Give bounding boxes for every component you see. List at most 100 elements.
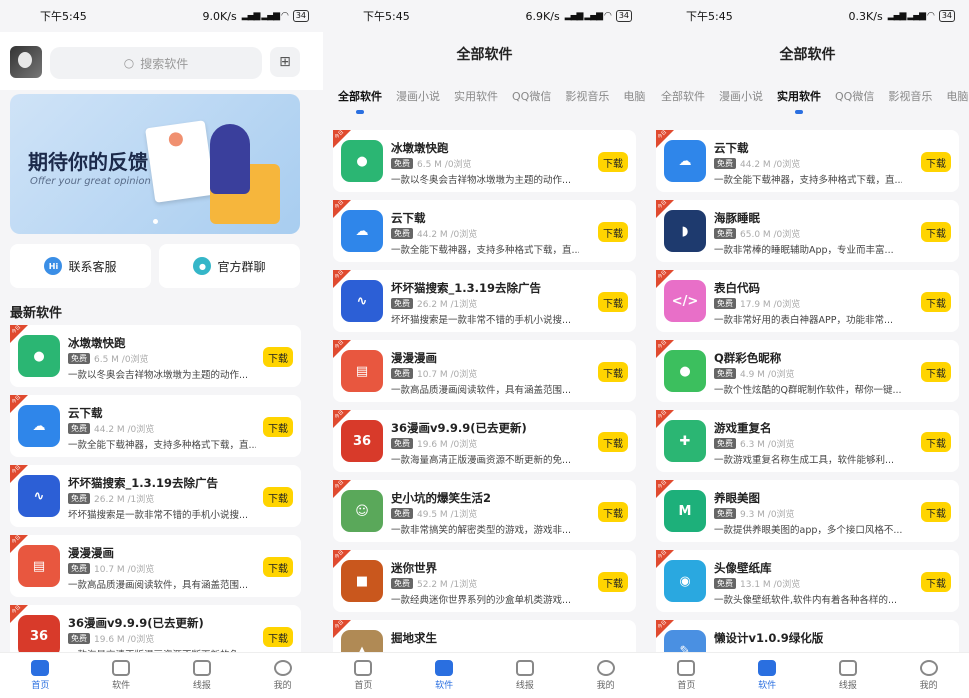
list-item[interactable]: 今日 ☁ 云下载 免费 44.2 M /0浏览 一款全能下载神器，支持多种格式下载，直..… [333,199,636,262]
app-meta: 26.2 M /1浏览 [417,300,478,310]
download-button[interactable]: 下载 [921,572,951,592]
list-item[interactable]: 今日 ● Q群彩色昵称 免费 4.9 M /0浏览 一款个性炫酷的Q群昵制作软件，帮你一键… [656,339,959,402]
battery-icon: 34 [292,10,309,22]
tab-media[interactable]: 影视音乐 [881,88,939,116]
list-item[interactable]: 今日 ◉ 头像壁纸库 免费 13.1 M /0浏览 一款头像壁纸软件,软件内有着各种各样的… [656,549,959,612]
app-meta: 6.5 M /0浏览 [417,160,472,170]
download-button[interactable]: 下载 [598,152,628,172]
download-button[interactable]: 下载 [598,572,628,592]
tab-media[interactable]: 影视音乐 [558,88,616,116]
avatar[interactable] [10,46,42,78]
download-button[interactable]: 下载 [263,627,293,647]
download-button[interactable]: 下载 [598,222,628,242]
nav-software[interactable]: 软件 [112,660,130,691]
app-desc: 一款全能下载神器，支持多种格式下载，直... [68,440,256,451]
list-item[interactable]: 今日 ◗ 海豚睡眠 免费 65.0 M /0浏览 一款非常棒的睡眠辅助App，专业而丰富.… [656,199,959,262]
page-title: 全部软件 [456,47,513,63]
tab-comic[interactable]: 漫画小说 [712,88,770,116]
feedback-banner[interactable]: 期待你的反馈 Offer your great opinion [10,94,300,234]
nav-news[interactable]: 线报 [838,660,857,691]
list-item[interactable]: 今日 ● 冰墩墩快跑 免费 6.5 M /0浏览 一款以冬奥会吉祥物冰墩墩为主题的动作..… [333,130,636,192]
add-button[interactable]: ⊞ [270,47,300,77]
list-item[interactable]: 今日 ∿ 坏坏猫搜索_1.3.19去除广告 免费 26.2 M /1浏览 坏坏猫搜… [10,464,301,527]
tab-qq[interactable]: QQ微信 [828,88,881,116]
nav-news[interactable]: 线报 [515,660,534,691]
utility-app-list: 今日 ☁ 云下载 免费 44.2 M /0浏览 一款全能下载神器，支持多种格式下载，直..… [656,130,959,652]
tab-all[interactable]: 全部软件 [331,88,389,116]
nav-mine[interactable]: 我的 [596,660,615,691]
search-input[interactable]: ○ 搜索软件 [50,47,262,79]
list-item[interactable]: 今日 ▤ 漫漫漫画 免费 10.7 M /0浏览 一款高品质漫画阅读软件，具有涵盖… [10,534,301,597]
nav-mine[interactable]: 我的 [273,660,292,691]
status-bar: 下午5:45 9.0K/s ▂▄▆ ▂▄▆ ◠ 34 [0,0,323,32]
official-group-label: 官方群聊 [217,259,266,274]
list-item[interactable]: 今日 ▤ 漫漫漫画 免费 10.7 M /0浏览 一款高品质漫画阅读软件，具有涵盖范围..… [333,339,636,402]
download-button[interactable]: 下载 [598,292,628,312]
list-item[interactable]: 今日 </> 表白代码 免费 17.9 M /0浏览 一款非常好用的表白神器APP，功能非… [656,269,959,332]
list-item[interactable]: 今日 ✚ 游戏重复名 免费 6.3 M /0浏览 一款游戏重复名称生成工具，软件能够利..… [656,409,959,472]
category-tabs: 全部软件 漫画小说 实用软件 QQ微信 影视音乐 电脑! [646,88,969,116]
app-meta: 44.2 M /0浏览 [740,160,801,170]
app-meta: 44.2 M /0浏览 [94,425,155,435]
list-item[interactable]: 今日 ■ 迷你世界 免费 52.2 M /1浏览 一款经典迷你世界系列的沙盒单机类游戏..… [333,549,636,612]
tab-all[interactable]: 全部软件 [654,88,712,116]
download-button[interactable]: 下载 [263,347,293,367]
tab-utility[interactable]: 实用软件 [447,88,505,116]
tab-utility[interactable]: 实用软件 [770,88,828,116]
cloud-icon: ☁ [341,210,383,252]
pot-icon: ▲ [341,630,383,652]
36-comic-icon: 36 [341,420,383,462]
status-speed: 0.3K/s [848,9,883,23]
app-name: Q群彩色昵称 [714,351,782,365]
app-desc: 一款全能下载神器，支持多种格式下载，直... [391,245,579,256]
bookmark-icon [192,660,211,676]
nav-software[interactable]: 软件 [435,660,453,691]
group-chat-icon: ● [193,257,212,275]
free-badge: 免费 [391,508,413,519]
nav-news[interactable]: 线报 [192,660,211,691]
download-button[interactable]: 下载 [921,292,951,312]
tab-qq[interactable]: QQ微信 [505,88,558,116]
download-button[interactable]: 下载 [263,417,293,437]
nav-home[interactable]: 首页 [677,660,695,691]
nav-mine[interactable]: 我的 [919,660,938,691]
list-item[interactable]: 今日 ☺ 史小坑的爆笑生活2 免费 49.5 M /1浏览 一款非常搞笑的解密类型的游戏，… [333,479,636,542]
download-button[interactable]: 下载 [921,222,951,242]
nav-home[interactable]: 首页 [354,660,372,691]
app-meta: 19.6 M /0浏览 [417,440,478,450]
official-group-button[interactable]: ● 官方群聊 [159,244,300,288]
contact-service-button[interactable]: Hi 联系客服 [10,244,151,288]
list-item[interactable]: 今日 ☁ 云下载 免费 44.2 M /0浏览 一款全能下载神器，支持多种格式下载，直..… [656,130,959,192]
bookmark-icon [838,660,857,676]
list-item[interactable]: 今日 ☁ 云下载 免费 44.2 M /0浏览 一款全能下载神器，支持多种格式下载… [10,394,301,457]
free-badge: 免费 [68,633,90,644]
nav-home[interactable]: 首页 [31,660,49,691]
download-button[interactable]: 下载 [921,152,951,172]
download-button[interactable]: 下载 [263,487,293,507]
list-item[interactable]: 今日 ✎ 懒设计v1.0.9绿化版 [656,619,959,652]
app-desc: 一款非常棒的睡眠辅助App，专业而丰富... [714,245,894,256]
list-item[interactable]: 今日 ∿ 坏坏猫搜索_1.3.19去除广告 免费 26.2 M /1浏览 坏坏猫搜索是一款… [333,269,636,332]
list-item[interactable]: 今日 36 36漫画v9.9.9(已去更新) 免费 19.6 M /0浏览 一款海量高清正… [333,409,636,472]
list-item[interactable]: 今日 ▲ 掘地求生 [333,619,636,652]
app-desc: 一款高品质漫画阅读软件，具有涵盖范围... [391,385,572,396]
heart-icon [31,660,50,676]
bottom-nav: 首页 软件 线报 我的 [646,652,969,698]
download-button[interactable]: 下载 [598,502,628,522]
nav-software[interactable]: 软件 [758,660,776,691]
list-item[interactable]: 今日 M 养眼美图 免费 9.3 M /0浏览 一款提供养眼美图的app，多个接口风格不.… [656,479,959,542]
download-button[interactable]: 下载 [921,502,951,522]
download-button[interactable]: 下载 [263,557,293,577]
download-button[interactable]: 下载 [598,432,628,452]
signal-icon: ▂▄▆ ▂▄▆ ◠ [887,11,935,21]
download-button[interactable]: 下载 [921,362,951,382]
tab-comic[interactable]: 漫画小说 [389,88,447,116]
free-badge: 免费 [714,158,736,169]
tab-pc[interactable]: 电脑! [939,88,969,116]
list-item[interactable]: 今日 ● 冰墩墩快跑 免费 6.5 M /0浏览 一款以冬奥会吉祥物冰墩墩为主题的… [10,324,301,387]
download-button[interactable]: 下载 [598,362,628,382]
tab-pc[interactable]: 电脑! [616,88,646,116]
download-button[interactable]: 下载 [921,432,951,452]
smile-icon [273,660,292,676]
status-time: 下午5:45 [40,10,87,23]
